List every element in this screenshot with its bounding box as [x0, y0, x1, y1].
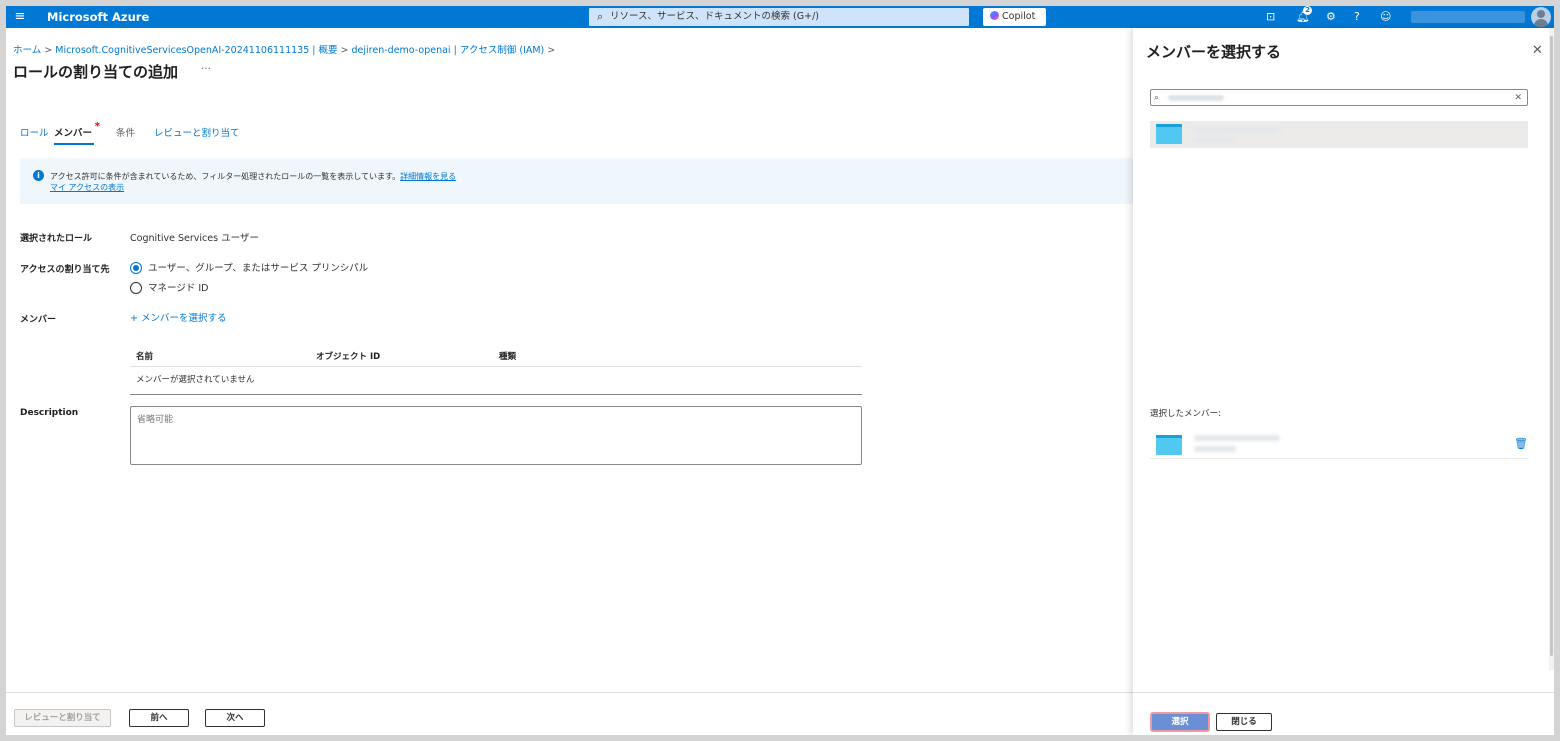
learn-more-link[interactable]: 詳細情報を見る [400, 172, 456, 181]
tab-members-label: メンバー [54, 128, 93, 139]
search-placeholder: リソース、サービス、ドキュメントの検索 (G+/) [610, 11, 819, 22]
trash-icon[interactable]: 🗑︎ [1514, 438, 1528, 450]
account-name[interactable] [1411, 11, 1525, 23]
info-icon: i [33, 170, 44, 181]
tab-conditions[interactable]: 条件 [116, 125, 135, 139]
member-name-redacted [1194, 435, 1280, 441]
clear-search-icon[interactable]: ✕ [1514, 91, 1522, 105]
breadcrumb-separator: > [547, 45, 556, 56]
radio-managed-identity[interactable]: マネージド ID [130, 280, 208, 294]
footer-divider [6, 692, 1133, 693]
help-icon[interactable]: ? [1354, 9, 1360, 25]
search-result-item[interactable] [1150, 121, 1528, 148]
radio-unselected [130, 282, 142, 294]
info-message: アクセス許可に条件が含まれているため、フィルター処理されたロールの一覧を表示して… [50, 172, 401, 181]
tab-role[interactable]: ロール [20, 125, 49, 139]
app-registration-icon [1156, 124, 1182, 144]
assign-access-to-label: アクセスの割り当て先 [20, 265, 110, 275]
selected-role-value: Cognitive Services ユーザー [130, 233, 259, 244]
my-access-link[interactable]: マイ アクセスの表示 [50, 182, 124, 193]
previous-button[interactable]: 前へ [129, 709, 189, 727]
search-query-redacted [1168, 95, 1224, 101]
global-search-input[interactable]: ⌕ リソース、サービス、ドキュメントの検索 (G+/) [589, 8, 969, 26]
azure-brand[interactable]: Microsoft Azure [47, 9, 149, 25]
selected-member-item: 🗑︎ [1150, 427, 1528, 459]
hamburger-icon[interactable]: ≡ [13, 9, 27, 25]
next-button[interactable]: 次へ [205, 709, 265, 727]
required-indicator: * [94, 121, 101, 132]
members-label: メンバー [20, 315, 57, 325]
page-title: ロールの割り当ての追加 [13, 63, 179, 81]
copilot-icon [990, 11, 999, 20]
column-type: 種類 [499, 352, 517, 362]
radio-selected [130, 262, 142, 274]
review-assign-button[interactable]: レビューと割り当て [14, 709, 111, 727]
info-text: アクセス許可に条件が含まれているため、フィルター処理されたロールの一覧を表示して… [50, 171, 456, 182]
feedback-icon[interactable]: ☺ [1380, 9, 1391, 25]
member-search-input[interactable]: ⌕ ✕ [1150, 89, 1528, 106]
selected-role-label: 選択されたロール [20, 234, 93, 244]
select-button[interactable]: 選択 [1150, 712, 1210, 732]
selected-members-label: 選択したメンバー: [1150, 409, 1221, 419]
column-name: 名前 [136, 352, 154, 362]
select-members-panel: メンバーを選択する ✕ ⌕ ✕ 選択したメンバー: 🗑︎ 選択 閉じる [1133, 28, 1554, 735]
close-icon[interactable]: ✕ [1532, 43, 1543, 59]
select-members-link[interactable]: + メンバーを選択する [130, 310, 226, 324]
info-banner: i アクセス許可に条件が含まれているため、フィルター処理されたロールの一覧を表示… [20, 158, 1133, 204]
breadcrumb-resource-overview[interactable]: Microsoft.CognitiveServicesOpenAI-202411… [55, 45, 337, 56]
breadcrumb-home[interactable]: ホーム [13, 45, 41, 56]
radio-managed-identity-label: マネージド ID [148, 283, 209, 294]
column-object-id: オブジェクト ID [316, 352, 381, 362]
app-registration-icon [1156, 435, 1182, 455]
radio-user-group-sp[interactable]: ユーザー、グループ、またはサービス プリンシパル [130, 260, 368, 274]
scrollbar-thumb[interactable] [1550, 36, 1553, 656]
breadcrumb-iam[interactable]: dejiren-demo-openai | アクセス制御 (IAM) [352, 45, 545, 56]
copilot-button[interactable]: Copilot [983, 8, 1046, 26]
azure-top-bar: ≡ Microsoft Azure ⌕ リソース、サービス、ドキュメントの検索 … [6, 6, 1554, 28]
member-detail-redacted [1194, 446, 1236, 452]
members-empty-message: メンバーが選択されていません [136, 375, 255, 385]
table-divider [130, 394, 862, 395]
description-label: Description [20, 408, 79, 418]
tab-review-assign[interactable]: レビューと割り当て [154, 125, 240, 139]
panel-scrollbar[interactable] [1549, 28, 1554, 670]
tab-members[interactable]: メンバー * [54, 121, 100, 145]
table-divider [130, 366, 862, 367]
panel-footer-divider [1133, 692, 1554, 693]
main-content: ホーム > Microsoft.CognitiveServicesOpenAI-… [6, 28, 1133, 735]
result-name-redacted [1194, 127, 1280, 133]
notification-badge: 2 [1303, 6, 1312, 15]
copilot-label: Copilot [1002, 11, 1036, 22]
radio-user-group-sp-label: ユーザー、グループ、またはサービス プリンシパル [148, 263, 369, 274]
result-detail-redacted [1194, 137, 1236, 143]
close-button[interactable]: 閉じる [1216, 713, 1272, 731]
more-options-icon[interactable]: … [201, 61, 212, 72]
description-field[interactable] [130, 406, 862, 465]
breadcrumb: ホーム > Microsoft.CognitiveServicesOpenAI-… [13, 42, 555, 56]
search-icon: ⌕ [1154, 93, 1160, 103]
settings-icon[interactable]: ⚙ [1326, 9, 1336, 25]
browser-frame: ≡ Microsoft Azure ⌕ リソース、サービス、ドキュメントの検索 … [6, 6, 1554, 735]
cloud-shell-icon[interactable]: ⊡ [1266, 9, 1275, 25]
panel-title: メンバーを選択する [1146, 43, 1282, 61]
avatar[interactable] [1531, 7, 1551, 27]
breadcrumb-separator: > [44, 45, 53, 56]
breadcrumb-separator: > [340, 45, 349, 56]
search-icon: ⌕ [597, 10, 604, 23]
